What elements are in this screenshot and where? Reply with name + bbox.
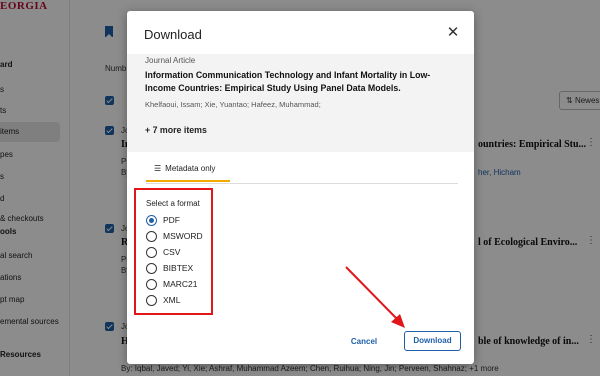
cancel-button[interactable]: Cancel [343,333,385,350]
dialog-title: Download [144,27,202,42]
download-button[interactable]: Download [404,331,461,351]
article-authors: Khelfaoui, Issam; Xie, Yuantao; Hafeez, … [145,100,321,109]
radio[interactable] [146,295,157,306]
format-text: PDF [163,215,180,225]
radio[interactable] [146,247,157,258]
format-text: BIBTEX [163,263,194,273]
format-text: CSV [163,247,181,257]
tab-divider [146,183,458,184]
radio[interactable] [146,231,157,242]
tab-metadata-only[interactable]: ☰ Metadata only [146,158,230,182]
tab-label: Metadata only [165,164,216,173]
format-text: MARC21 [163,279,198,289]
more-items-link[interactable]: + 7 more items [145,125,207,135]
format-text: MSWORD [163,231,203,241]
article-title: Information Communication Technology and… [145,70,431,93]
item-type: Journal Article [145,56,196,65]
radio[interactable] [146,279,157,290]
list-icon: ☰ [154,164,162,173]
format-label: Select a format [146,199,200,208]
radio-selected[interactable] [146,215,157,226]
download-dialog: Download ✕ Journal Article Information C… [127,11,474,364]
radio[interactable] [146,263,157,274]
format-text: XML [163,295,181,305]
close-icon[interactable]: ✕ [445,25,461,41]
